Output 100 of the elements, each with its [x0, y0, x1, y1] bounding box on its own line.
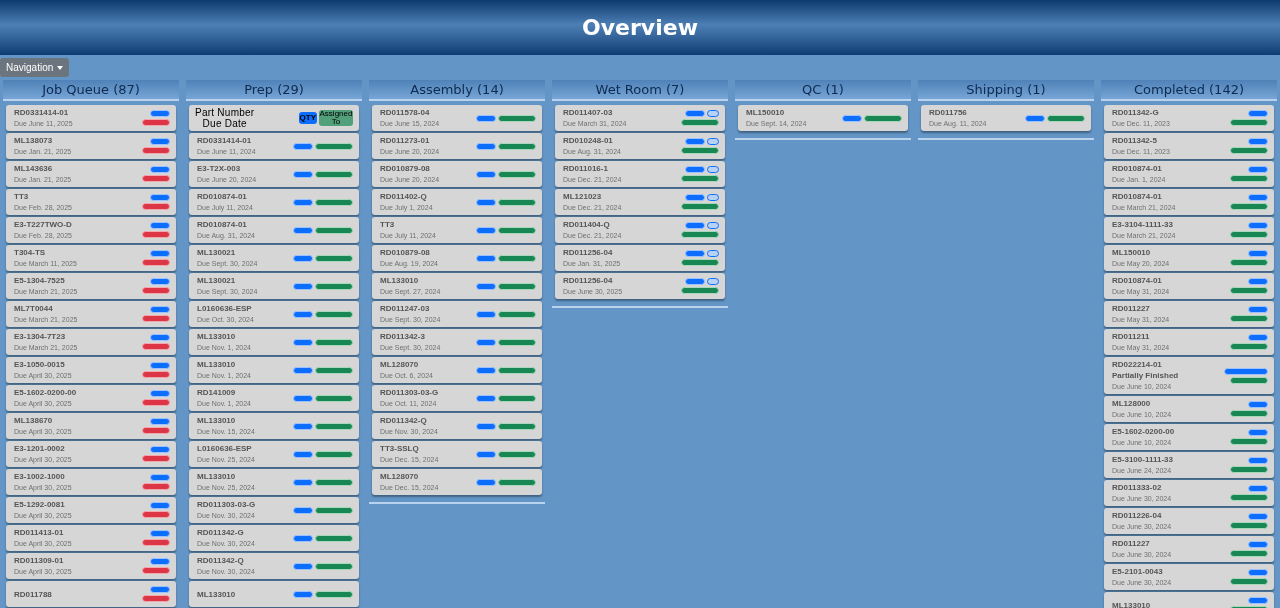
quantity-badge	[476, 142, 496, 150]
assignee-badge	[315, 254, 353, 262]
quantity-badge	[842, 114, 862, 122]
assignee-badge	[1230, 203, 1268, 210]
assignee-badge	[498, 282, 536, 290]
part-number: ML128070	[380, 471, 420, 482]
quantity-badge	[150, 278, 170, 285]
priority-badge	[142, 231, 170, 238]
part-number: L0160636-ESP	[197, 443, 253, 454]
page-title: Overview	[582, 14, 698, 42]
assignee-badge	[864, 114, 902, 122]
assignee-badge	[315, 338, 353, 346]
column-header: Wet Room (7)	[552, 80, 728, 101]
quantity-badge	[1248, 485, 1268, 492]
quantity-badge	[150, 306, 170, 313]
assignee-badge	[681, 147, 719, 154]
priority-badge	[142, 567, 170, 574]
part-number: RD011227	[1112, 538, 1151, 549]
column-header: QC (1)	[735, 80, 911, 101]
assignee-badge	[681, 119, 719, 126]
part-number: ML133010	[380, 275, 420, 286]
quantity-badge	[685, 222, 705, 229]
column-header: Prep (29)	[186, 80, 362, 101]
part-number: E5-1304-7525	[14, 275, 66, 286]
assignee-badge	[1230, 343, 1268, 350]
priority-badge	[142, 455, 170, 462]
quantity-badge	[685, 194, 705, 201]
assignee-badge	[315, 310, 353, 318]
part-number: RD141009	[197, 387, 237, 398]
quantity-badge	[476, 282, 496, 290]
quantity-badge	[150, 166, 170, 173]
quantity-badge	[150, 502, 170, 509]
quantity-badge	[293, 338, 313, 346]
part-number: RD010874-01	[197, 191, 248, 202]
part-number: RD0331414-01	[14, 107, 70, 118]
assignee-badge	[1230, 550, 1268, 557]
part-number: RD011578-04	[380, 107, 431, 118]
quantity-badge	[1248, 194, 1268, 201]
part-number: RD010874-01	[197, 219, 248, 230]
assignee-badge	[1230, 259, 1268, 266]
outline-badge	[707, 194, 719, 201]
quantity-badge	[150, 194, 170, 201]
quantity-badge	[1248, 334, 1268, 341]
part-number: ML130021	[197, 247, 237, 258]
quantity-badge	[293, 142, 313, 150]
part-number: RD011256-04	[563, 275, 614, 286]
quantity-badge	[476, 114, 496, 122]
priority-badge	[142, 147, 170, 154]
quantity-badge	[150, 446, 170, 453]
navigation-button[interactable]: Navigation	[0, 58, 70, 77]
assignee-badge	[498, 142, 536, 150]
assignee-badge	[1230, 410, 1268, 417]
part-number: RD011227	[1112, 303, 1151, 314]
part-number: RD011247-03	[380, 303, 431, 314]
part-number: TT3	[380, 219, 396, 230]
part-number: E5-3100-1111-33	[1112, 454, 1173, 465]
quantity-badge	[150, 110, 170, 117]
part-number: E5-1602-0200-00	[1112, 426, 1175, 437]
assignee-badge	[498, 226, 536, 234]
part-number: RD0331414-01	[197, 135, 253, 146]
part-number: RD011756	[929, 107, 968, 118]
priority-badge	[142, 427, 170, 434]
priority-badge	[142, 287, 170, 294]
part-number: RD011256-04	[563, 247, 614, 258]
part-number: ML128070	[380, 359, 420, 370]
part-number: L0160636-ESP	[197, 303, 253, 314]
part-number: T304-TS	[14, 247, 47, 258]
part-number: RD011342-Q	[380, 415, 428, 426]
part-number: E3-1304-7T23	[14, 331, 67, 342]
assignee-badge	[498, 450, 536, 458]
part-number: E3-1002-1000	[14, 471, 66, 482]
quantity-badge	[1248, 457, 1268, 464]
quantity-badge	[476, 422, 496, 430]
assignee-badge	[1230, 438, 1268, 445]
part-number: RD010874-01	[1112, 191, 1163, 202]
part-number: ML143636	[14, 163, 54, 174]
priority-badge	[142, 511, 170, 518]
quantity-badge	[1248, 569, 1268, 576]
quantity-badge	[150, 250, 170, 257]
priority-badge	[142, 483, 170, 490]
part-number: E5-1292-0081	[14, 499, 66, 510]
quantity-badge	[685, 138, 705, 145]
quantity-badge	[685, 110, 705, 117]
assignee-badge	[1230, 175, 1268, 182]
caret-icon	[57, 65, 64, 70]
part-number: ML133010	[197, 415, 237, 426]
assignee-badge	[1230, 287, 1268, 294]
column-header: Job Queue (87)	[3, 80, 179, 101]
part-number: ML128000	[1112, 398, 1152, 409]
part-number: RD011413-01	[14, 527, 65, 538]
part-number: ML133010	[197, 588, 236, 600]
part-number: E3-T2X-003	[197, 163, 242, 174]
part-number: RD011226-04	[1112, 510, 1163, 521]
quantity-badge	[1248, 138, 1268, 145]
priority-badge	[142, 539, 170, 546]
assignee-badge	[498, 114, 536, 122]
part-number: RD011342-G	[197, 527, 245, 538]
quantity-badge	[293, 366, 313, 374]
part-number: TT3-SSLQ	[380, 443, 420, 454]
assignee-badge	[315, 562, 353, 570]
